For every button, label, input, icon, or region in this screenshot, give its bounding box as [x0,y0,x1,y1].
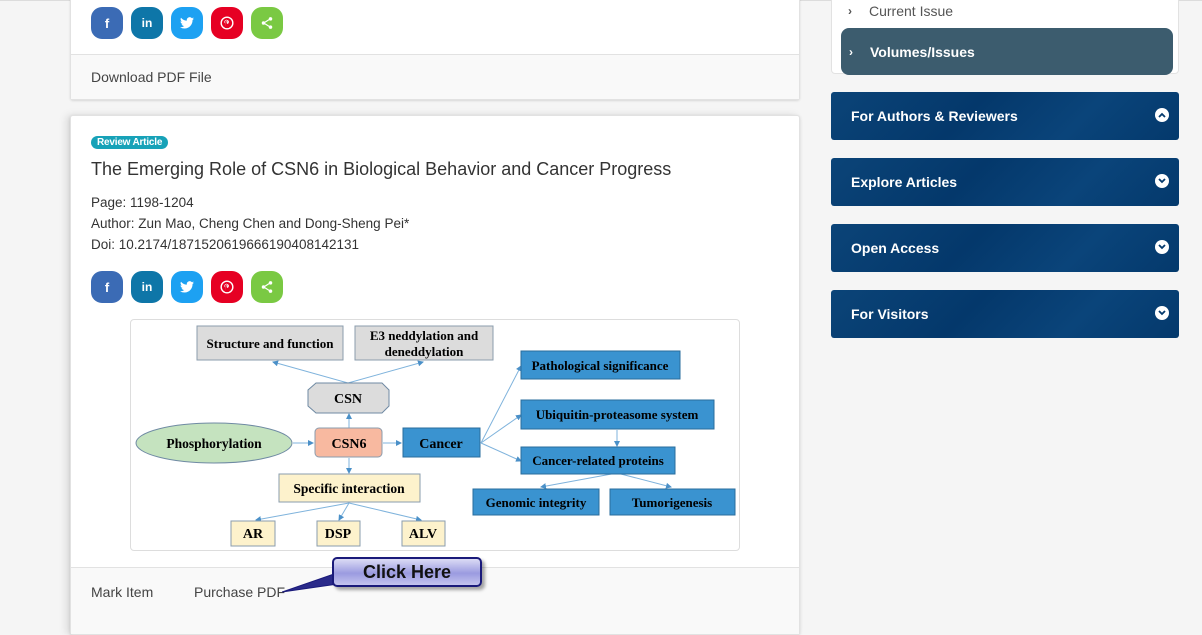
graphical-abstract[interactable]: Structure and function E3 neddylation an… [130,319,740,551]
svg-text:AR: AR [243,527,264,542]
twitter-icon [180,281,194,293]
linkedin-share-button[interactable]: in [131,271,163,303]
svg-text:deneddylation: deneddylation [385,344,465,359]
nav-current-issue[interactable]: › Current Issue [848,3,953,19]
chevron-right-icon: › [848,4,852,18]
chevron-up-icon [1155,108,1169,122]
node-alv: ALV [401,520,446,547]
chevron-right-icon: › [849,44,853,59]
svg-text:E3 neddylation and: E3 neddylation and [370,328,479,343]
article-doi: Doi: 10.2174/1871520619666190408142131 [91,237,360,252]
purchase-pdf-link[interactable]: Purchase PDF [194,584,285,600]
facebook-icon: f [104,15,110,31]
node-phosphorylation: Phosphorylation [135,422,293,464]
pinterest-share-button[interactable] [211,271,243,303]
svg-text:CSN: CSN [334,392,362,407]
pinterest-icon [220,16,234,30]
nav-label: Current Issue [869,3,954,19]
journal-nav-box: › Current Issue › Volumes/Issues [831,0,1179,75]
twitter-share-button[interactable] [171,7,203,39]
accordion-label: For Visitors [851,306,929,322]
svg-text:Tumorigenesis: Tumorigenesis [632,495,712,510]
facebook-share-button[interactable]: f [91,271,123,303]
chevron-down-icon [1155,240,1169,254]
node-e3-neddylation: E3 neddylation and deneddylation [354,325,494,361]
download-pdf-link[interactable]: Download PDF File [91,69,212,85]
nav-volumes-issues[interactable]: › Volumes/Issues [841,28,1173,75]
nav-label: Volumes/Issues [870,43,975,60]
svg-text:Specific interaction: Specific interaction [293,481,405,496]
svg-text:Structure and function: Structure and function [207,336,335,351]
svg-text:ALV: ALV [409,527,437,542]
svg-text:Phosphorylation: Phosphorylation [166,436,262,451]
accordion-label: Explore Articles [851,174,958,190]
accordion-explore-articles[interactable]: Explore Articles [831,158,1179,206]
facebook-icon: f [104,279,110,295]
accordion-label: For Authors & Reviewers [851,108,1018,124]
node-cancer-related-proteins: Cancer-related proteins [520,446,676,475]
article-title[interactable]: The Emerging Role of CSN6 in Biological … [91,159,671,180]
share-row: f in [91,271,283,303]
node-genomic-integrity: Genomic integrity [472,488,600,516]
node-specific-interaction: Specific interaction [278,473,421,503]
svg-text:CSN6: CSN6 [331,437,366,452]
node-structure: Structure and function [196,325,344,361]
article-type-badge: Review Article [91,136,169,149]
article-pages: Page: 1198-1204 [91,195,194,210]
node-csn6: CSN6 [314,427,383,458]
node-tumorigenesis: Tumorigenesis [609,488,736,516]
svg-text:Cancer-related proteins: Cancer-related proteins [532,453,664,468]
node-ubiquitin: Ubiquitin-proteasome system [520,399,715,430]
svg-text:Cancer: Cancer [419,437,463,452]
accordion-open-access[interactable]: Open Access [831,224,1179,272]
click-here-callout[interactable]: Click Here [332,557,482,587]
previous-article-card: f in Download PDF File [70,0,800,100]
svg-text:Genomic integrity: Genomic integrity [486,495,587,510]
svg-text:Ubiquitin-proteasome system: Ubiquitin-proteasome system [536,407,699,422]
csn6-diagram: Structure and function E3 neddylation an… [135,325,736,547]
share-share-button[interactable] [251,271,283,303]
linkedin-icon: in [141,16,153,30]
share-icon [260,280,274,294]
node-csn: CSN [307,382,390,414]
chevron-down-icon [1155,174,1169,188]
linkedin-icon: in [141,280,153,294]
node-ar: AR [230,520,276,547]
svg-text:DSP: DSP [325,527,352,542]
twitter-icon [180,17,194,29]
share-share-button[interactable] [251,7,283,39]
accordion-label: Open Access [851,240,940,256]
pinterest-share-button[interactable] [211,7,243,39]
chevron-down-icon [1155,306,1169,320]
share-row: f in [91,7,283,39]
node-pathological: Pathological significance [520,350,681,380]
accordion-authors-reviewers[interactable]: For Authors & Reviewers [831,92,1179,140]
node-dsp: DSP [316,520,361,547]
accordion-for-visitors[interactable]: For Visitors [831,290,1179,338]
node-cancer: Cancer [402,427,481,458]
card-footer: Download PDF File [71,54,799,99]
linkedin-share-button[interactable]: in [131,7,163,39]
twitter-share-button[interactable] [171,271,203,303]
facebook-share-button[interactable]: f [91,7,123,39]
article-authors: Author: Zun Mao, Cheng Chen and Dong-She… [91,216,410,231]
pinterest-icon [220,280,234,294]
mark-item-link[interactable]: Mark Item [91,584,153,600]
svg-text:Pathological significance: Pathological significance [532,358,669,373]
share-icon [260,16,274,30]
